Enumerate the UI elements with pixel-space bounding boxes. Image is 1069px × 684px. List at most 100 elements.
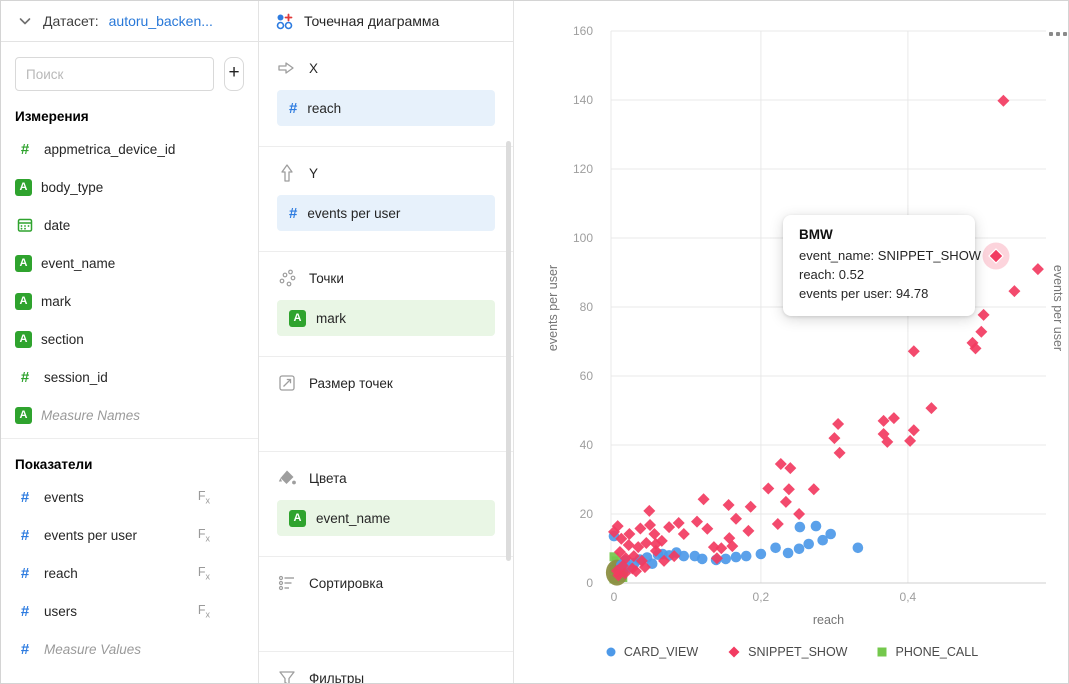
chip-label: event_name	[316, 511, 390, 526]
data-point[interactable]	[795, 522, 806, 533]
data-point[interactable]	[808, 483, 820, 495]
shelf-head-points: Точки	[277, 268, 495, 288]
formula-icon[interactable]: Fx	[198, 527, 210, 544]
data-point[interactable]	[997, 95, 1009, 107]
data-point[interactable]	[742, 525, 754, 537]
data-point[interactable]	[834, 447, 846, 459]
data-point[interactable]	[783, 483, 795, 495]
measure-item[interactable]: # users Fx	[1, 592, 258, 630]
data-point[interactable]	[825, 529, 836, 540]
dimension-item[interactable]: Amark	[1, 282, 258, 320]
chevron-down-icon[interactable]	[17, 13, 33, 29]
data-point[interactable]	[741, 551, 752, 562]
data-point[interactable]	[701, 523, 713, 535]
data-point[interactable]	[643, 505, 655, 517]
field-chip[interactable]: Aevent_name	[277, 500, 495, 536]
data-point[interactable]	[803, 539, 814, 550]
data-point[interactable]	[698, 493, 710, 505]
series-SNIPPET_SHOW	[608, 95, 1044, 582]
field-chip[interactable]: #events per user	[277, 195, 495, 231]
data-point[interactable]	[783, 548, 794, 559]
dataset-label: Датасет:	[43, 13, 99, 29]
data-point[interactable]	[731, 552, 742, 563]
data-point[interactable]	[708, 541, 720, 553]
data-point[interactable]	[853, 543, 864, 554]
data-point[interactable]	[793, 508, 805, 520]
chart-type-row[interactable]: Точечная диаграмма	[259, 1, 513, 42]
dimensions-title: Измерения	[1, 91, 258, 130]
legend-label: PHONE_CALL	[895, 645, 978, 659]
letter-badge-icon: A	[15, 407, 32, 424]
measure-item[interactable]: #eventsFx	[1, 478, 258, 516]
measure-item[interactable]: #Measure Values	[1, 630, 258, 668]
dimension-item[interactable]: Aevent_name	[1, 244, 258, 282]
data-point[interactable]	[828, 432, 840, 444]
data-point[interactable]	[723, 499, 735, 511]
data-point[interactable]	[730, 513, 742, 525]
data-point[interactable]	[794, 544, 805, 555]
legend-item-SNIPPET_SHOW[interactable]: SNIPPET_SHOW	[728, 645, 847, 659]
shelf-section-y: Y#events per user	[259, 147, 513, 252]
data-point[interactable]	[770, 543, 781, 554]
data-point[interactable]	[745, 501, 757, 513]
legend-item-CARD_VIEW[interactable]: CARD_VIEW	[606, 645, 698, 659]
data-point[interactable]	[925, 402, 937, 414]
measures-title: Показатели	[1, 439, 258, 478]
data-point[interactable]	[772, 518, 784, 530]
measure-item[interactable]: #events per userFx	[1, 516, 258, 554]
chart-type-label: Точечная диаграмма	[304, 13, 439, 29]
shelf-label: Размер точек	[309, 376, 393, 391]
legend-label: CARD_VIEW	[624, 645, 698, 659]
hash-icon: #	[15, 604, 35, 619]
data-point[interactable]	[832, 418, 844, 430]
dimension-item[interactable]: Asection	[1, 320, 258, 358]
hash-icon: #	[15, 490, 35, 505]
field-label: users	[44, 604, 77, 619]
data-point[interactable]	[756, 549, 767, 560]
data-point[interactable]	[888, 412, 900, 424]
data-point[interactable]	[908, 424, 920, 436]
search-row: +	[1, 42, 258, 91]
shelf-head-filters: Фильтры	[277, 668, 495, 684]
legend-item-PHONE_CALL[interactable]: PHONE_CALL	[877, 645, 978, 659]
data-point[interactable]	[634, 523, 646, 535]
dimension-item[interactable]: #session_id	[1, 358, 258, 396]
data-point[interactable]	[1008, 285, 1020, 297]
add-field-button[interactable]: +	[224, 57, 244, 91]
field-chip[interactable]: Amark	[277, 300, 495, 336]
field-label: Measure Values	[44, 642, 141, 657]
data-point[interactable]	[762, 483, 774, 495]
data-point[interactable]	[908, 345, 920, 357]
shelf-label: Цвета	[309, 471, 347, 486]
search-input[interactable]	[15, 57, 214, 91]
hash-icon: #	[15, 142, 35, 157]
data-point[interactable]	[975, 326, 987, 338]
data-point[interactable]	[878, 415, 890, 427]
scatter-plot[interactable]: 02040608010012014016000,20,4reachevents …	[514, 1, 1069, 684]
svg-text:160: 160	[573, 24, 593, 38]
scrollbar-thumb[interactable]	[506, 141, 511, 561]
data-point[interactable]	[678, 528, 690, 540]
dimension-item[interactable]: Abody_type	[1, 168, 258, 206]
shelf-label: Сортировка	[309, 576, 383, 591]
dimension-item[interactable]: #appmetrica_device_id	[1, 130, 258, 168]
field-label: section	[41, 332, 84, 347]
formula-icon[interactable]: Fx	[198, 565, 210, 582]
svg-text:0: 0	[611, 590, 618, 604]
measures-list: #eventsFx#events per userFx#reachFx # user…	[1, 478, 258, 668]
data-point[interactable]	[1032, 263, 1044, 275]
measure-item[interactable]: #reachFx	[1, 554, 258, 592]
data-point[interactable]	[978, 309, 990, 321]
data-point[interactable]	[811, 521, 822, 532]
field-chip[interactable]: #reach	[277, 90, 495, 126]
formula-icon[interactable]: Fx	[198, 603, 210, 620]
data-point[interactable]	[780, 496, 792, 508]
dimension-item[interactable]: date	[1, 206, 258, 244]
data-point[interactable]	[697, 554, 708, 565]
dataset-name-link[interactable]: autoru_backen...	[109, 13, 213, 29]
data-point[interactable]	[691, 516, 703, 528]
dimension-item[interactable]: AMeasure Names	[1, 396, 258, 434]
formula-icon[interactable]: Fx	[198, 489, 210, 506]
chart-more-menu-icon[interactable]	[1047, 30, 1069, 38]
legend-marker-icon	[877, 647, 887, 657]
